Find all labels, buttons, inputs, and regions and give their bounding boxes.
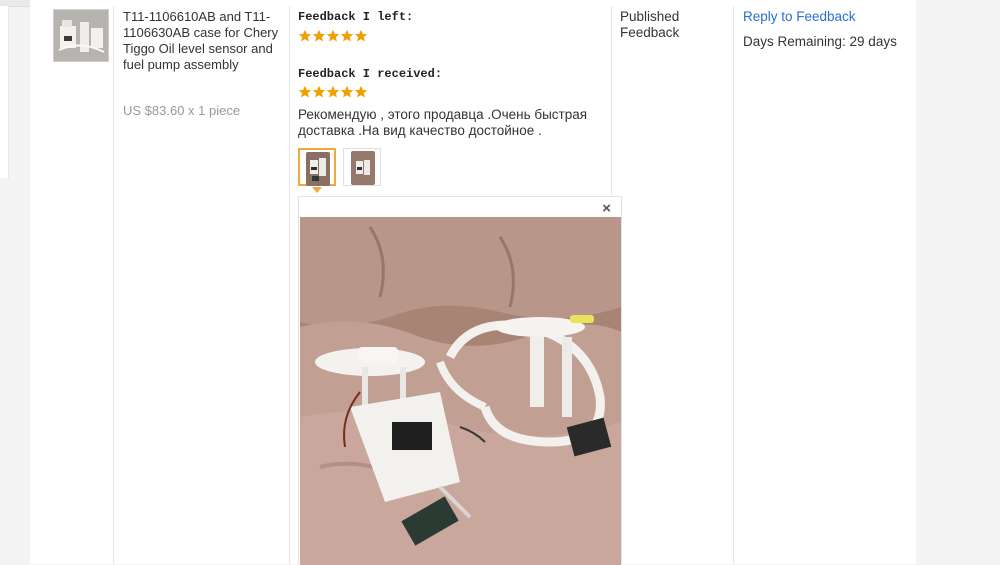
column-divider — [289, 6, 290, 564]
feedback-left-label: Feedback I left: — [298, 10, 414, 24]
product-photo-icon — [54, 10, 108, 61]
column-divider — [113, 6, 114, 564]
column-divider — [733, 6, 734, 564]
feedback-received-rating — [298, 85, 368, 99]
star-icon — [312, 85, 326, 98]
photo-thumbnail-icon — [306, 152, 330, 186]
star-icon — [312, 29, 326, 42]
feedback-photo-thumbnail-1[interactable] — [298, 148, 336, 186]
feedback-status: Published Feedback — [620, 9, 680, 40]
feedback-photo — [300, 217, 621, 565]
selected-thumbnail-caret — [312, 187, 322, 193]
close-icon[interactable]: × — [602, 201, 611, 217]
left-panel-edge — [0, 6, 9, 178]
product-title[interactable]: T11-1106610AB and T11-1106630AB case for… — [123, 9, 283, 73]
product-thumbnail[interactable] — [53, 9, 109, 62]
days-remaining: Days Remaining: 29 days — [743, 34, 897, 49]
photo-thumbnail-icon — [351, 151, 375, 185]
feedback-photo-thumbnail-2[interactable] — [343, 148, 381, 186]
photo-viewer: × — [298, 196, 622, 565]
star-icon — [326, 85, 340, 98]
product-price: US $83.60 x 1 piece — [123, 103, 241, 118]
star-icon — [354, 29, 368, 42]
feedback-left-rating — [298, 29, 368, 43]
star-icon — [298, 85, 312, 98]
star-icon — [298, 29, 312, 42]
feedback-received-label: Feedback I received: — [298, 67, 443, 81]
reply-to-feedback-link[interactable]: Reply to Feedback — [743, 9, 856, 24]
star-icon — [354, 85, 368, 98]
star-icon — [326, 29, 340, 42]
received-feedback-text: Рекомендую , этого продавца .Очень быстр… — [298, 107, 588, 138]
star-icon — [340, 29, 354, 42]
star-icon — [340, 85, 354, 98]
